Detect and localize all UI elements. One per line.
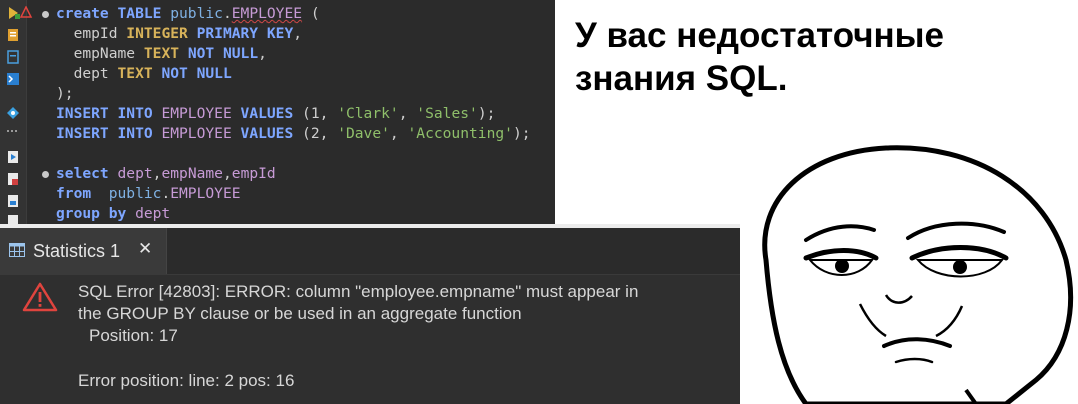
code-line[interactable]: empId INTEGER PRIMARY KEY, — [56, 24, 531, 44]
code-token: . — [222, 5, 232, 22]
code-line[interactable]: dept TEXT NOT NULL — [56, 64, 531, 84]
code-token: VALUES — [240, 105, 303, 122]
fold-marker-icon[interactable] — [42, 171, 49, 178]
outline-icon[interactable] — [6, 50, 20, 64]
error-message: SQL Error [42803]: ERROR: column "employ… — [78, 281, 738, 347]
code-token: 'Dave' — [337, 125, 390, 142]
caption-line-2: знания SQL. — [575, 59, 788, 98]
more-icon[interactable] — [6, 128, 20, 142]
position-line: Position: 17 — [89, 326, 178, 345]
code-token: (1, — [302, 105, 338, 122]
results-panel: Statistics 1 ✕ SQL Error [42803]: ERROR:… — [0, 224, 740, 404]
code-token: 'Accounting' — [407, 125, 513, 142]
code-area[interactable]: create TABLE public.EMPLOYEE ( empId INT… — [42, 4, 531, 224]
code-token: , — [258, 45, 267, 62]
code-token: group — [56, 205, 109, 222]
code-token: EMPLOYEE — [231, 5, 303, 22]
code-line[interactable]: INSERT INTO EMPLOYEE VALUES (2, 'Dave', … — [56, 124, 531, 144]
code-token: , — [398, 105, 417, 122]
code-token: ); — [56, 85, 74, 102]
code-token: select — [56, 165, 118, 182]
code-token: ); — [477, 105, 496, 122]
error-position: Error position: line: 2 pos: 16 — [78, 371, 295, 390]
error-line-2: the GROUP BY clause or be used in an agg… — [78, 304, 522, 323]
code-token: EMPLOYEE — [170, 185, 241, 202]
code-token: NOT NULL — [161, 65, 232, 82]
load-icon[interactable] — [6, 194, 20, 208]
code-token: dept — [117, 165, 153, 182]
code-token: 'Clark' — [337, 105, 399, 122]
meme-caption: У вас недостаточные знания SQL. — [575, 14, 1065, 100]
code-line[interactable] — [56, 144, 531, 164]
error-triangle-icon — [22, 282, 58, 312]
code-line[interactable]: group by dept — [56, 204, 531, 224]
explain-icon[interactable] — [6, 106, 20, 120]
code-line[interactable]: select dept,empName,empId — [42, 164, 531, 184]
code-token: EMPLOYEE — [161, 125, 241, 142]
code-token: public — [170, 5, 223, 22]
code-token: dept — [56, 65, 118, 82]
code-token: INTO — [117, 105, 162, 122]
caption-line-1: У вас недостаточные — [575, 16, 945, 55]
code-token: empId — [231, 165, 276, 182]
code-token: ( — [302, 5, 320, 22]
code-token: , — [222, 165, 232, 182]
code-token: from — [56, 185, 109, 202]
results-tabbar: Statistics 1 ✕ — [0, 228, 740, 275]
code-token: 'Sales' — [416, 105, 478, 122]
code-token: PRIMARY KEY — [196, 25, 294, 42]
code-token: . — [161, 185, 171, 202]
code-token: (2, — [302, 125, 338, 142]
code-token: TEXT — [117, 65, 162, 82]
fold-marker-icon[interactable] — [42, 11, 49, 18]
run-icon[interactable] — [6, 6, 20, 20]
code-line[interactable]: create TABLE public.EMPLOYEE ( — [42, 4, 531, 24]
script-icon[interactable] — [6, 28, 20, 42]
code-token: ); — [512, 125, 531, 142]
code-token: empId — [56, 25, 127, 42]
code-token: NOT NULL — [187, 45, 259, 62]
code-token: by — [108, 205, 136, 222]
warning-icon[interactable] — [20, 6, 34, 20]
code-token: empName — [161, 165, 223, 182]
code-token: INSERT — [56, 105, 118, 122]
code-token: VALUES — [240, 125, 303, 142]
tab-statistics-1[interactable]: Statistics 1 ✕ — [0, 228, 167, 274]
code-token: INTO — [117, 125, 162, 142]
export-icon[interactable] — [6, 150, 20, 164]
code-line[interactable]: from public.EMPLOYEE — [56, 184, 531, 204]
code-token: , — [389, 125, 408, 142]
code-token: create — [56, 5, 118, 22]
error-line-1: SQL Error [42803]: ERROR: column "employ… — [78, 282, 639, 301]
code-token: TABLE — [117, 5, 171, 22]
tab-label: Statistics 1 — [33, 241, 121, 261]
code-token: empName — [56, 45, 144, 62]
sql-editor[interactable]: create TABLE public.EMPLOYEE ( empId INT… — [0, 0, 555, 224]
grid-icon — [9, 243, 25, 257]
code-line[interactable]: ); — [56, 84, 531, 104]
code-token: TEXT — [143, 45, 188, 62]
code-line[interactable]: INSERT INTO EMPLOYEE VALUES (1, 'Clark',… — [56, 104, 531, 124]
code-token: public — [108, 185, 162, 202]
plan-icon[interactable] — [6, 172, 20, 186]
terminal-icon[interactable] — [6, 72, 20, 86]
code-token: dept — [135, 205, 171, 222]
editor-toolbar — [0, 0, 33, 224]
code-token: , — [293, 25, 303, 42]
code-token: INSERT — [56, 125, 118, 142]
save-icon[interactable] — [6, 214, 20, 224]
code-line[interactable]: empName TEXT NOT NULL, — [56, 44, 531, 64]
meme-face-illustration — [762, 145, 1074, 404]
code-token: INTEGER — [126, 25, 197, 42]
code-token: EMPLOYEE — [161, 105, 241, 122]
close-icon[interactable]: ✕ — [138, 239, 152, 259]
